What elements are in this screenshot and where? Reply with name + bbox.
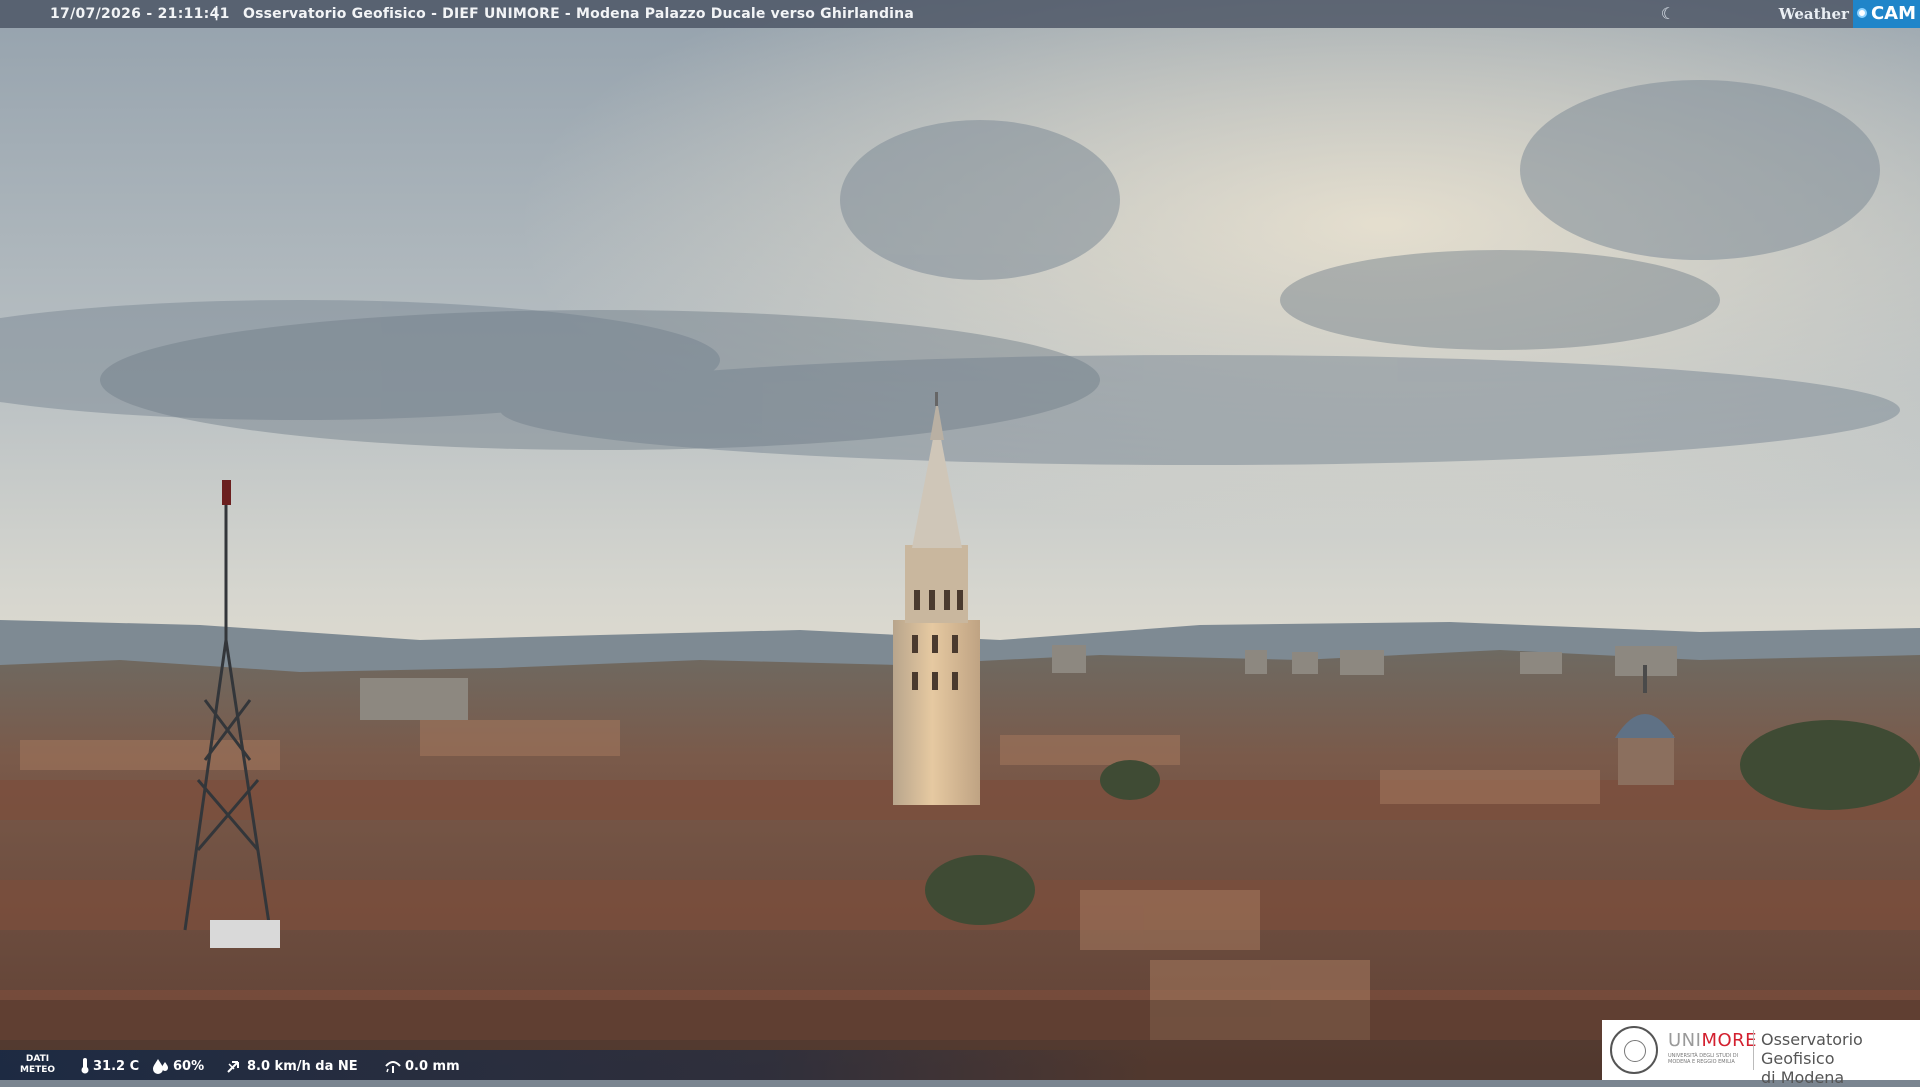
logo-cam-text: CAM bbox=[1852, 0, 1920, 28]
rain-item: 0.0 mm bbox=[384, 1058, 460, 1074]
moon-icon: ☾ bbox=[1660, 4, 1676, 23]
webcam-photo bbox=[0, 0, 1920, 1080]
university-seal-icon bbox=[1610, 1026, 1658, 1074]
unimore-wordmark: UNIMORE bbox=[1668, 1030, 1757, 1051]
wind-value: 8.0 km/h da NE bbox=[247, 1058, 358, 1074]
separator: | bbox=[214, 5, 220, 21]
logo-divider bbox=[1753, 1030, 1754, 1070]
rain-gauge-icon bbox=[385, 1061, 401, 1073]
wind-arrow-icon bbox=[227, 1061, 239, 1073]
meteo-label: DATI METEO bbox=[20, 1054, 55, 1076]
logo-weather-text: Weather bbox=[1778, 5, 1849, 23]
humidity-item: 60% bbox=[152, 1058, 204, 1074]
unimore-subtitle: UNIVERSITÀ DEGLI STUDI DI MODENA E REGGI… bbox=[1668, 1053, 1739, 1065]
humidity-value: 60% bbox=[173, 1058, 205, 1074]
wind-item: 8.0 km/h da NE bbox=[226, 1058, 358, 1074]
meteo-label-line2: METEO bbox=[20, 1065, 56, 1075]
meteo-label-line1: DATI bbox=[25, 1054, 50, 1064]
observatory-line1: Osservatorio Geofisico bbox=[1761, 1030, 1863, 1068]
caption-title: Osservatorio Geofisico - DIEF UNIMORE - … bbox=[243, 6, 914, 22]
unimore-uni: UNI bbox=[1668, 1030, 1702, 1051]
caption-bar: 17/07/2026 - 21:11:41 | Osservatorio Geo… bbox=[0, 0, 1920, 28]
rain-value: 0.0 mm bbox=[405, 1058, 460, 1074]
timestamp: 17/07/2026 - 21:11:41 bbox=[50, 6, 230, 22]
observatory-name: Osservatorio Geofisico di Modena bbox=[1761, 1030, 1920, 1087]
humidity-drop-icon bbox=[153, 1059, 168, 1074]
weathercam-logo: ☾ Weather CAM bbox=[1661, 0, 1920, 28]
temperature-value: 31.2 C bbox=[93, 1058, 140, 1074]
observatory-line2: di Modena bbox=[1761, 1068, 1845, 1087]
thermometer-icon bbox=[81, 1058, 89, 1074]
temperature-item: 31.2 C bbox=[80, 1058, 139, 1074]
unimore-logo: UNIMORE UNIVERSITÀ DEGLI STUDI DI MODENA… bbox=[1602, 1020, 1920, 1087]
unimore-more: MORE bbox=[1701, 1030, 1758, 1051]
